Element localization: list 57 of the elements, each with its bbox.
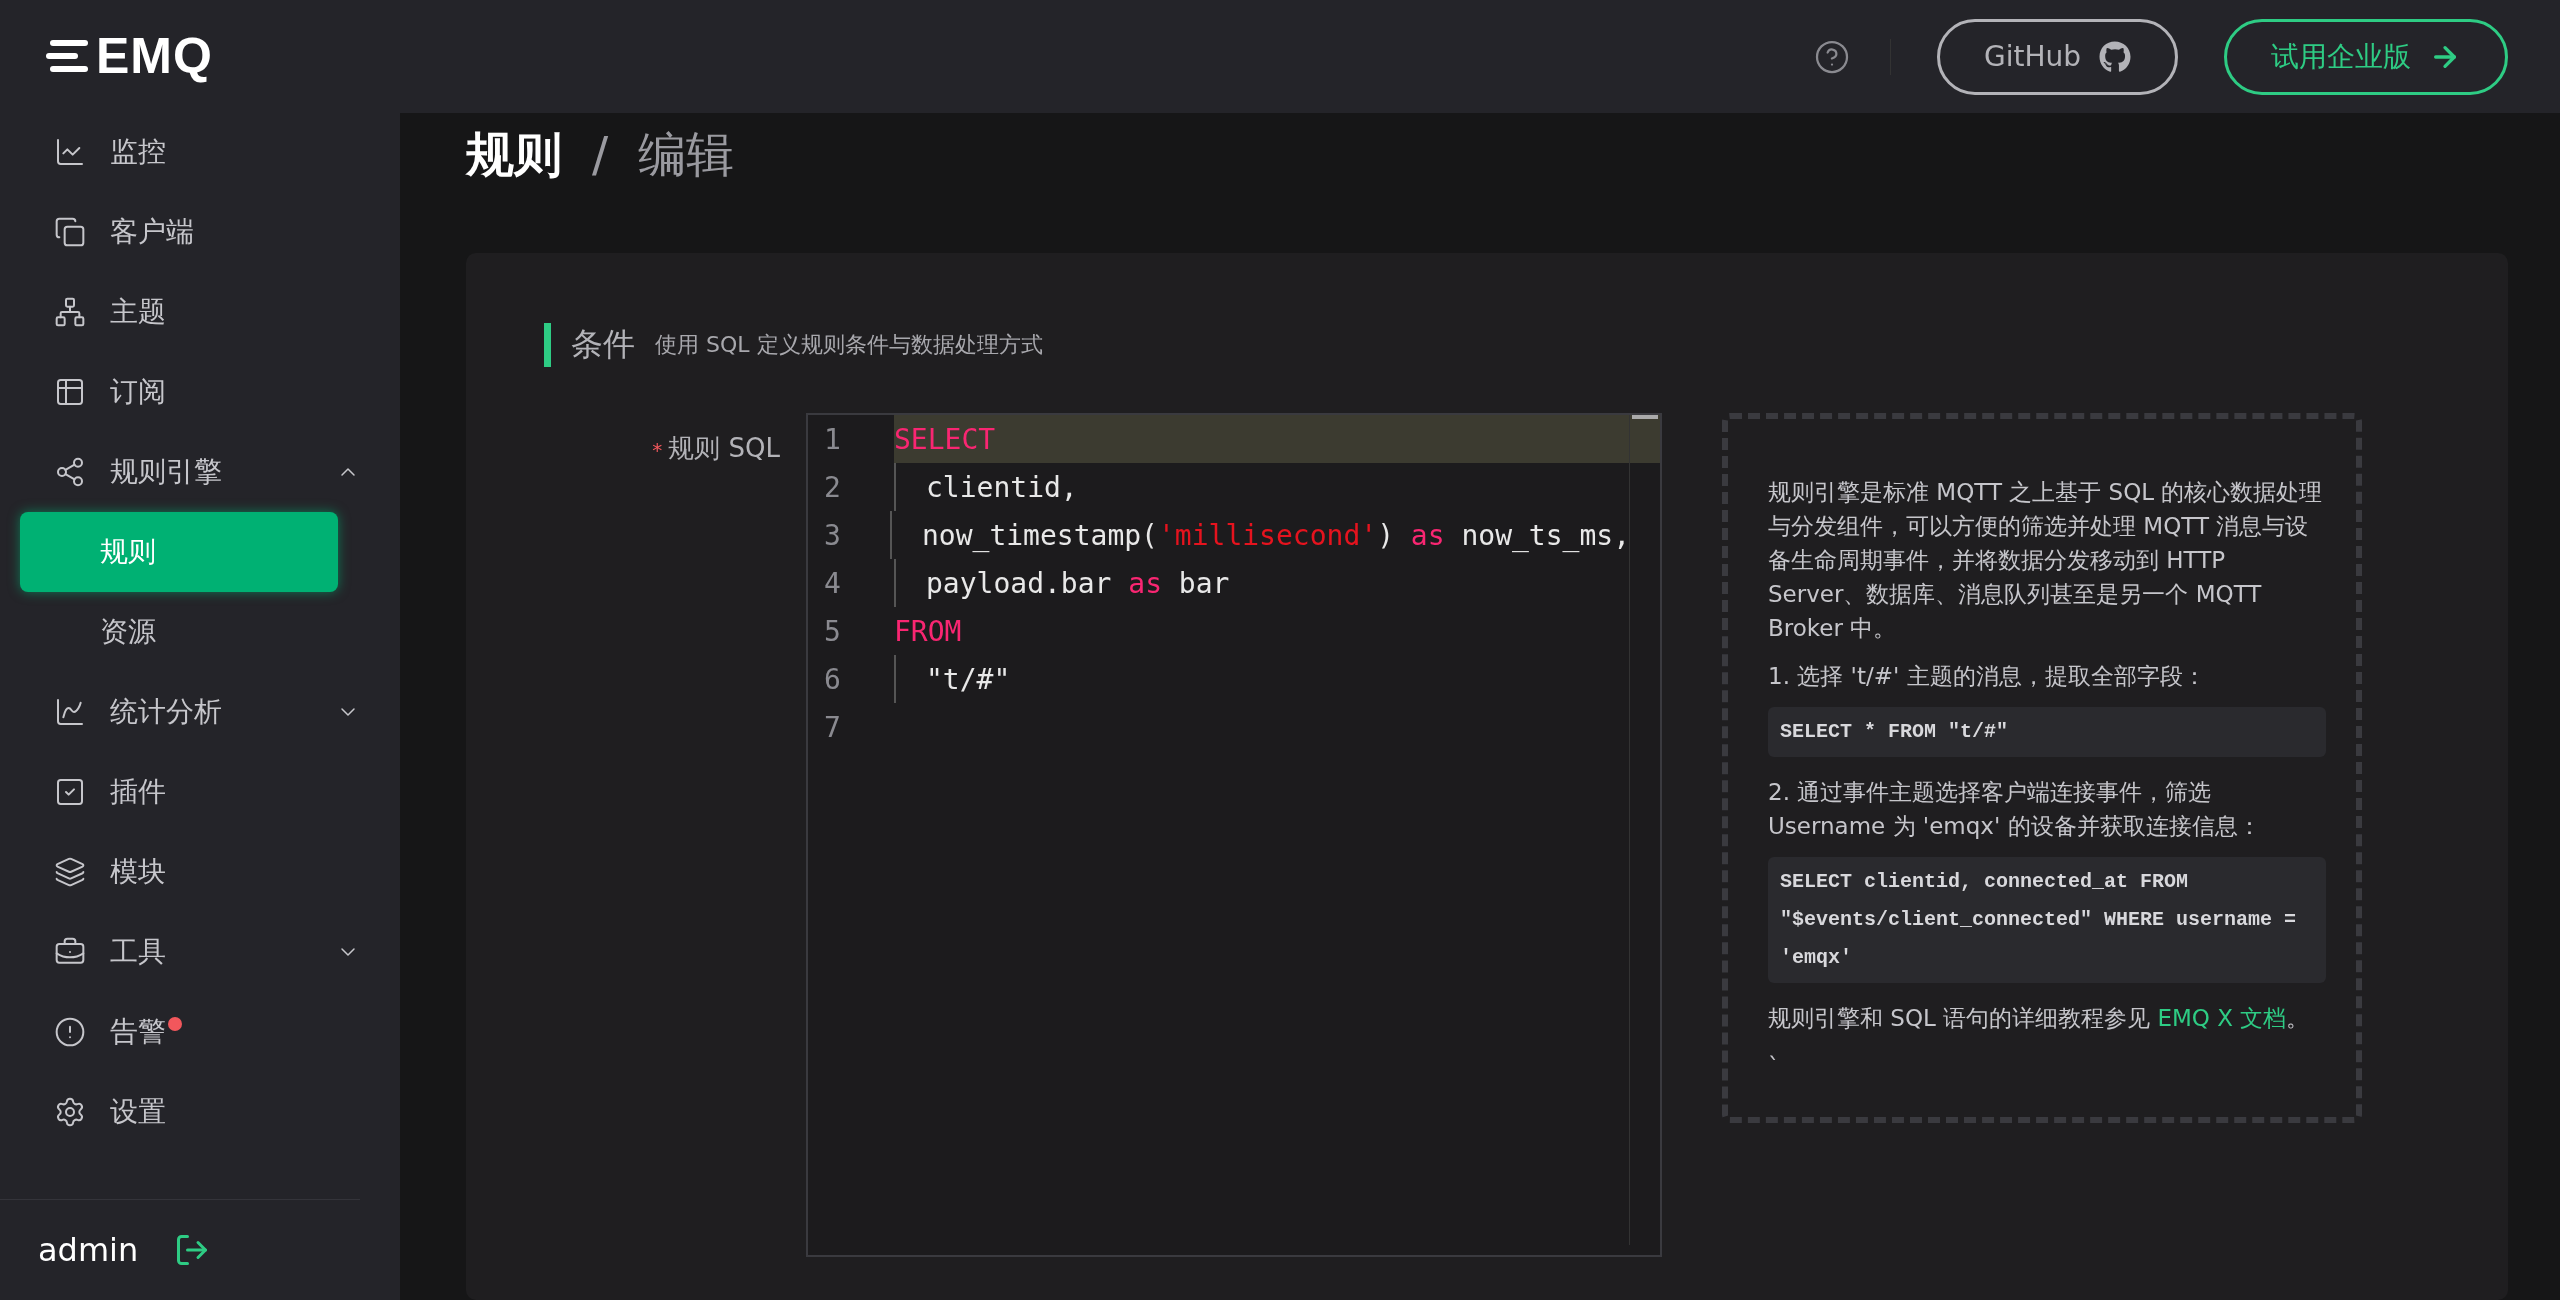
- nodes-icon: [54, 456, 86, 488]
- code-line: now_timestamp('millisecond') as now_ts_ms,: [889, 511, 1630, 559]
- sidebar-item[interactable]: 插件: [0, 752, 400, 832]
- list-icon: [54, 376, 86, 408]
- sidebar-item[interactable]: 统计分析: [0, 672, 400, 752]
- code-line: "t/#": [894, 655, 1630, 703]
- breadcrumb-current: 编辑: [638, 125, 735, 184]
- trailing-mark: `: [1768, 1052, 1781, 1081]
- scrollbar-thumb[interactable]: [1632, 415, 1658, 419]
- code-editor[interactable]: 1 SELECT 2 clientid, 3 now_timestamp('millisecond') as now_ts_ms, 4 payload.bar as bar 5 FROM 6 "t/#" 7: [806, 413, 1662, 1257]
- sidebar-item[interactable]: 主题: [0, 272, 400, 352]
- example-text: 2. 通过事件主题选择客户端连接事件，筛选 Username 为 'emqx' 的设备并获取连接信息：: [1768, 778, 2262, 841]
- github-button[interactable]: GitHub: [1936, 18, 2178, 95]
- settings-icon: [54, 1096, 86, 1128]
- username: admin: [38, 1231, 139, 1269]
- code-block: SELECT clientid, connected_at FROM "$events/client_connected" WHERE username = 'emqx': [1768, 857, 2326, 983]
- github-icon: [2099, 40, 2131, 73]
- sidebar-item[interactable]: 订阅: [0, 352, 400, 432]
- sidebar-item[interactable]: 设置: [0, 1072, 400, 1152]
- line-number: 2: [823, 470, 842, 504]
- example-text: 1. 选择 't/#' 主题的消息，提取全部字段：: [1768, 662, 2207, 691]
- sidebar-item[interactable]: 告警: [0, 992, 400, 1072]
- help-footer-text: 规则引擎和 SQL 语句的详细教程参见 EMQ X 文档。: [1768, 1004, 2311, 1033]
- help-icon[interactable]: [1813, 38, 1850, 75]
- stack-icon: [54, 856, 86, 888]
- line-number: 7: [823, 710, 842, 744]
- code-line: payload.bar as bar: [894, 559, 1630, 607]
- field-label: * 规则 SQL: [651, 432, 781, 465]
- docs-link[interactable]: EMQ X 文档: [2157, 1005, 2287, 1031]
- sidebar-item[interactable]: 客户端: [0, 192, 400, 272]
- line-number: 6: [823, 662, 842, 696]
- line-number: 4: [823, 566, 842, 600]
- section-title: 条件: [571, 324, 635, 365]
- sidebar-item[interactable]: 模块: [0, 832, 400, 912]
- line-number: 1: [823, 422, 842, 456]
- sidebar-item[interactable]: 监控: [0, 112, 400, 192]
- sidebar-item[interactable]: 工具: [0, 912, 400, 992]
- menu-bars-icon: [46, 38, 90, 74]
- logo[interactable]: EMQ: [0, 0, 400, 112]
- code-block: SELECT * FROM "t/#": [1768, 707, 2326, 757]
- help-text: 规则引擎是标准 MQTT 之上基于 SQL 的核心数据处理与分发组件，可以方便的筛选并处理 MQTT 消息与设备生命周期事件，并将数据分发移动到 HTTP Server、数据库、消息队列甚至是另一个 MQTT Broker 中。: [1768, 478, 2324, 643]
- code-line: FROM: [894, 613, 963, 650]
- copy-icon: [54, 216, 86, 248]
- enterprise-button[interactable]: 试用企业版: [2224, 18, 2508, 95]
- trend-chart-icon: [54, 696, 86, 728]
- section-subtitle: 使用 SQL 定义规则条件与数据处理方式: [655, 331, 1043, 359]
- sidebar-item[interactable]: 规则引擎: [0, 432, 400, 512]
- line-number: 3: [823, 518, 842, 552]
- submenu-item[interactable]: 资源: [20, 592, 338, 672]
- line-number: 5: [823, 614, 842, 648]
- chart-icon: [54, 136, 86, 168]
- alert-icon: [54, 1016, 86, 1048]
- code-line: clientid,: [894, 463, 1630, 511]
- breadcrumb-separator: /: [592, 126, 609, 182]
- checkbox-icon: [54, 776, 86, 808]
- breadcrumb-link[interactable]: 规则: [466, 123, 562, 187]
- hierarchy-icon: [54, 296, 86, 328]
